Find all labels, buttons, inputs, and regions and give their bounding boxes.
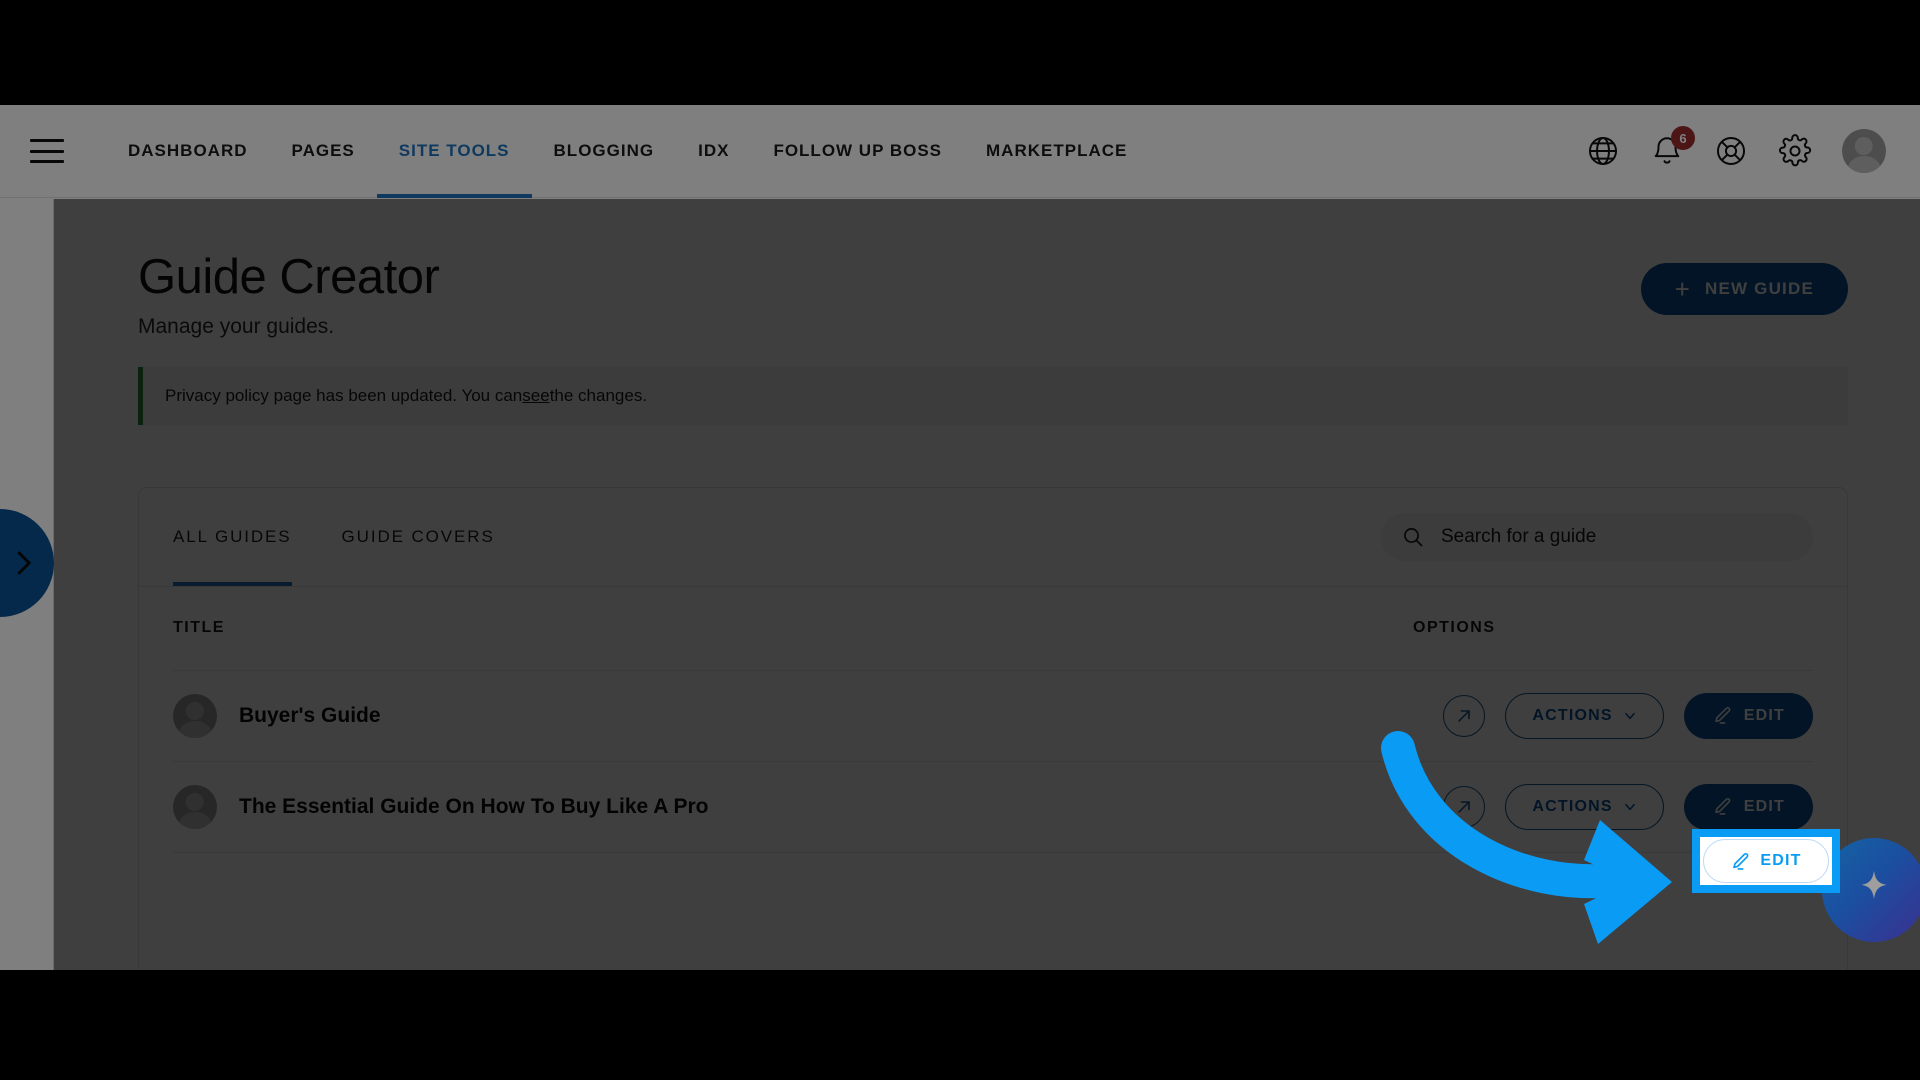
avatar-head (185, 701, 205, 721)
top-navigation-bar: DASHBOARD PAGES SITE TOOLS BLOGGING IDX … (0, 105, 1920, 198)
privacy-policy-notice: Privacy policy page has been updated. Yo… (138, 366, 1848, 425)
ai-sparkle-icon (1861, 870, 1887, 899)
chevron-down-icon (1624, 712, 1635, 719)
page-subtitle: Manage your guides. (138, 314, 335, 338)
nav-item-blogging[interactable]: BLOGGING (532, 105, 677, 198)
top-nav-actions: 6 (1586, 126, 1886, 173)
notice-text-before: Privacy policy page has been updated. Yo… (165, 385, 523, 405)
edit-label: EDIT (1743, 706, 1785, 724)
guide-title: The Essential Guide On How To Buy Like A… (239, 794, 709, 818)
nav-label: FOLLOW UP BOSS (773, 141, 943, 160)
avatar-body (1847, 156, 1881, 173)
main-nav-items: DASHBOARD PAGES SITE TOOLS BLOGGING IDX … (106, 105, 1149, 198)
table-header-row: TITLE OPTIONS (173, 587, 1813, 671)
app-page: DASHBOARD PAGES SITE TOOLS BLOGGING IDX … (0, 105, 1920, 970)
plus-icon: + (1674, 274, 1691, 304)
screenshot-viewport: DASHBOARD PAGES SITE TOOLS BLOGGING IDX … (0, 0, 1920, 1080)
actions-dropdown-button[interactable]: ACTIONS (1505, 692, 1664, 739)
notification-badge: 6 (1671, 126, 1695, 150)
external-link-icon (1458, 710, 1471, 722)
card-tabs: ALL GUIDES GUIDE COVERS (173, 488, 545, 586)
nav-item-dashboard[interactable]: DASHBOARD (106, 105, 270, 198)
nav-label: MARKETPLACE (986, 141, 1128, 160)
external-link-icon (1458, 801, 1471, 813)
edit-button-spotlight-highlight: EDIT (1692, 829, 1840, 893)
nav-label: IDX (698, 141, 730, 160)
table-row[interactable]: Buyer's Guide ACTIONS EDIT (173, 671, 1813, 762)
guides-card: ALL GUIDES GUIDE COVERS TITLE (138, 486, 1848, 970)
row-title-cell: The Essential Guide On How To Buy Like A… (173, 784, 1413, 829)
chevron-down-icon (1624, 803, 1635, 810)
edit-label: EDIT (1760, 852, 1802, 869)
nav-item-follow-up-boss[interactable]: FOLLOW UP BOSS (751, 105, 964, 198)
hamburger-menu-icon[interactable] (30, 139, 64, 163)
external-link-icon-button[interactable] (1443, 785, 1486, 828)
table-row[interactable]: The Essential Guide On How To Buy Like A… (173, 762, 1813, 853)
row-title-cell: Buyer's Guide (173, 693, 1413, 738)
row-options-cell: ACTIONS EDIT (1413, 783, 1813, 830)
new-guide-label: NEW GUIDE (1704, 279, 1814, 298)
edit-button[interactable]: EDIT (1683, 783, 1813, 830)
tab-all-guides[interactable]: ALL GUIDES (173, 488, 292, 586)
row-options-cell: ACTIONS EDIT (1413, 692, 1813, 739)
tab-label: ALL GUIDES (173, 526, 292, 546)
pencil-icon (1714, 707, 1731, 725)
globe-icon[interactable] (1586, 134, 1620, 168)
nav-item-marketplace[interactable]: MARKETPLACE (964, 105, 1149, 198)
nav-item-pages[interactable]: PAGES (270, 105, 377, 198)
user-avatar[interactable] (1842, 129, 1886, 173)
external-link-icon-button[interactable] (1443, 694, 1486, 737)
edit-button-highlighted[interactable]: EDIT (1703, 839, 1829, 883)
avatar-body (178, 721, 212, 738)
avatar-body (178, 812, 212, 829)
avatar-head (1854, 136, 1874, 156)
notice-text-after: the changes. (549, 385, 648, 405)
search-guide-box[interactable] (1381, 512, 1813, 561)
actions-label: ACTIONS (1532, 797, 1613, 815)
guide-thumbnail-avatar (173, 693, 217, 738)
actions-label: ACTIONS (1532, 706, 1613, 724)
search-icon (1404, 527, 1423, 547)
page-title: Guide Creator (138, 250, 440, 304)
actions-dropdown-button[interactable]: ACTIONS (1505, 783, 1664, 830)
pencil-icon (1714, 798, 1731, 816)
nav-label: BLOGGING (553, 141, 655, 160)
notice-see-link[interactable]: see (522, 386, 549, 406)
pencil-icon (1733, 852, 1749, 870)
nav-label: PAGES (291, 141, 355, 160)
nav-item-site-tools[interactable]: SITE TOOLS (376, 105, 532, 198)
edit-label: EDIT (1743, 797, 1785, 815)
card-toolbar: ALL GUIDES GUIDE COVERS (139, 488, 1847, 586)
nav-label: SITE TOOLS (398, 141, 510, 160)
tab-label: GUIDE COVERS (341, 526, 495, 546)
nav-label: DASHBOARD (128, 141, 248, 160)
chevron-right-icon (17, 551, 31, 575)
page-title-group: Guide Creator Manage your guides. (138, 250, 440, 339)
spotlight-inner: EDIT (1700, 837, 1832, 885)
search-input[interactable] (1441, 525, 1793, 548)
bell-notifications-icon[interactable]: 6 (1650, 126, 1695, 168)
new-guide-button[interactable]: + NEW GUIDE (1640, 263, 1848, 315)
avatar-head (185, 792, 205, 812)
tab-guide-covers[interactable]: GUIDE COVERS (342, 488, 495, 586)
lifebuoy-help-icon[interactable] (1714, 134, 1748, 168)
guide-thumbnail-avatar (173, 784, 217, 829)
main-content: Guide Creator Manage your guides. + NEW … (54, 199, 1920, 970)
gear-settings-icon[interactable] (1778, 134, 1812, 168)
edit-button[interactable]: EDIT (1683, 692, 1813, 739)
column-header-title: TITLE (173, 619, 225, 637)
nav-item-idx[interactable]: IDX (676, 105, 751, 198)
guides-table: TITLE OPTIONS Buyer's Guide ACTIONS EDIT… (139, 587, 1847, 853)
page-header: Guide Creator Manage your guides. + NEW … (54, 199, 1920, 339)
left-sidebar-rail (0, 199, 54, 970)
guide-title: Buyer's Guide (239, 703, 381, 727)
column-header-options: OPTIONS (1413, 619, 1496, 637)
sidebar-expand-toggle[interactable] (0, 509, 54, 617)
